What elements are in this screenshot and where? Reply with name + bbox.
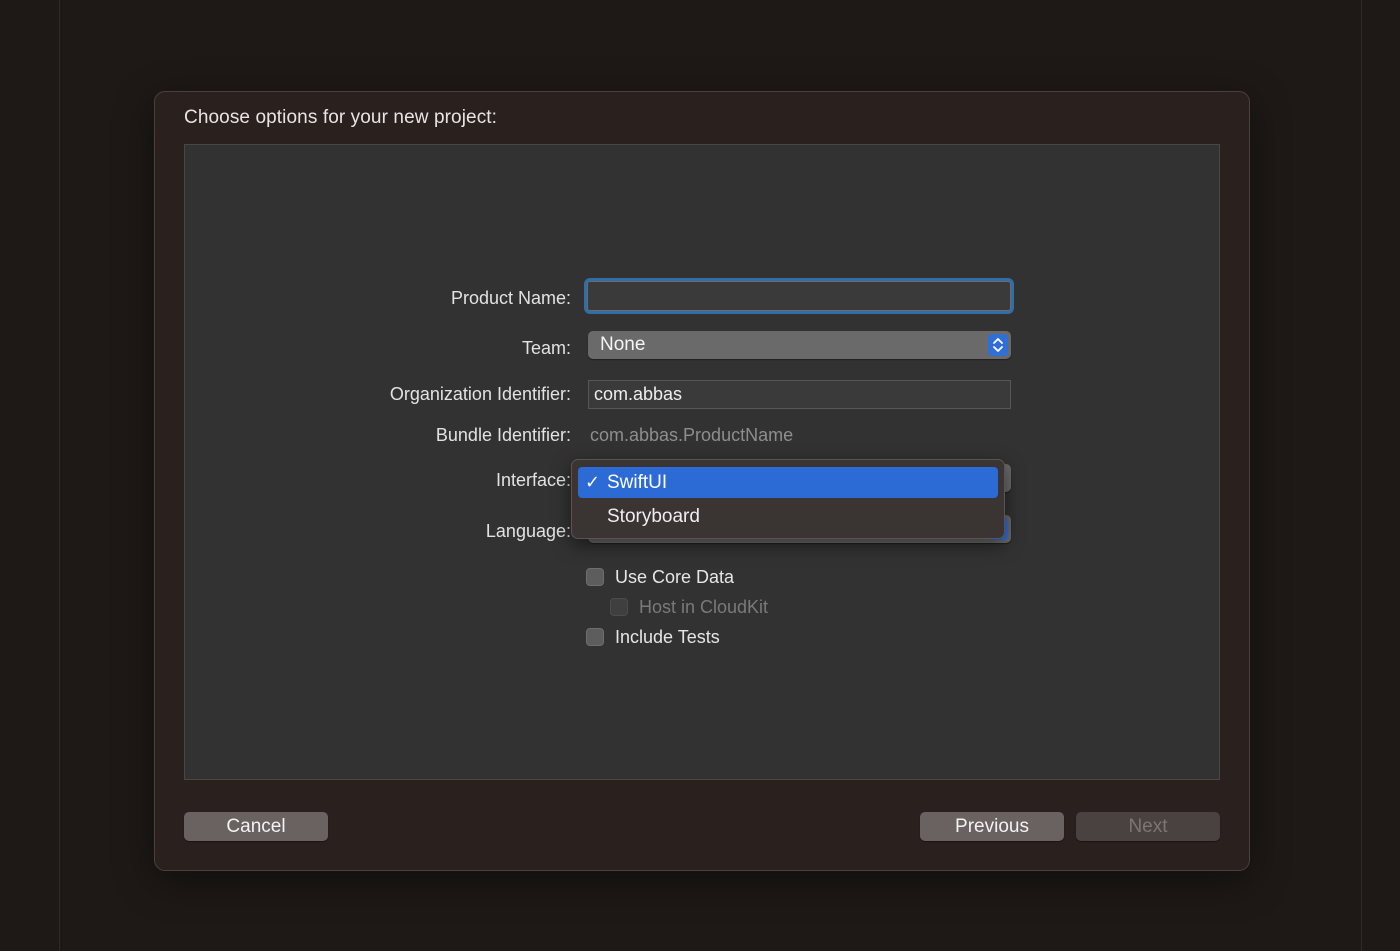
host-in-cloudkit-row: Host in CloudKit xyxy=(610,596,768,618)
sheet-title: Choose options for your new project: xyxy=(184,107,498,128)
backdrop-divider-right xyxy=(1361,0,1362,951)
use-core-data-checkbox[interactable] xyxy=(586,568,604,586)
menu-item-label: Storyboard xyxy=(607,506,700,527)
new-project-sheet: Choose options for your new project: Pro… xyxy=(154,91,1250,871)
next-button: Next xyxy=(1076,812,1220,841)
menu-item-label: SwiftUI xyxy=(607,472,668,493)
host-in-cloudkit-label: Host in CloudKit xyxy=(639,596,769,617)
bundle-identifier-value: com.abbas.ProductName xyxy=(590,425,794,445)
include-tests-label: Include Tests xyxy=(615,626,720,647)
cancel-button[interactable]: Cancel xyxy=(184,812,328,841)
popup-stepper-icon xyxy=(988,334,1008,356)
interface-menu: ✓ SwiftUI Storyboard xyxy=(571,459,1005,539)
include-tests-row[interactable]: Include Tests xyxy=(586,626,720,648)
team-popup-value: None xyxy=(600,334,646,355)
host-in-cloudkit-checkbox xyxy=(610,598,628,616)
team-label: Team: xyxy=(521,338,571,358)
menu-item-swiftui[interactable]: ✓ SwiftUI xyxy=(578,467,998,498)
include-tests-checkbox[interactable] xyxy=(586,628,604,646)
backdrop-divider-left xyxy=(59,0,60,951)
interface-label: Interface: xyxy=(495,470,571,490)
use-core-data-row[interactable]: Use Core Data xyxy=(586,566,734,588)
language-label: Language: xyxy=(485,521,571,541)
team-popup[interactable]: None xyxy=(588,331,1011,359)
product-name-label: Product Name: xyxy=(450,288,571,308)
options-panel: Product Name: Team: None Organization Id… xyxy=(184,144,1220,780)
menu-item-storyboard[interactable]: Storyboard xyxy=(578,501,998,532)
bundle-identifier-label: Bundle Identifier: xyxy=(435,425,571,445)
product-name-input[interactable] xyxy=(587,281,1011,311)
previous-button[interactable]: Previous xyxy=(920,812,1064,841)
organization-identifier-input[interactable] xyxy=(588,380,1011,409)
organization-identifier-label: Organization Identifier: xyxy=(389,384,571,404)
use-core-data-label: Use Core Data xyxy=(615,566,735,587)
checkmark-icon: ✓ xyxy=(585,472,601,492)
